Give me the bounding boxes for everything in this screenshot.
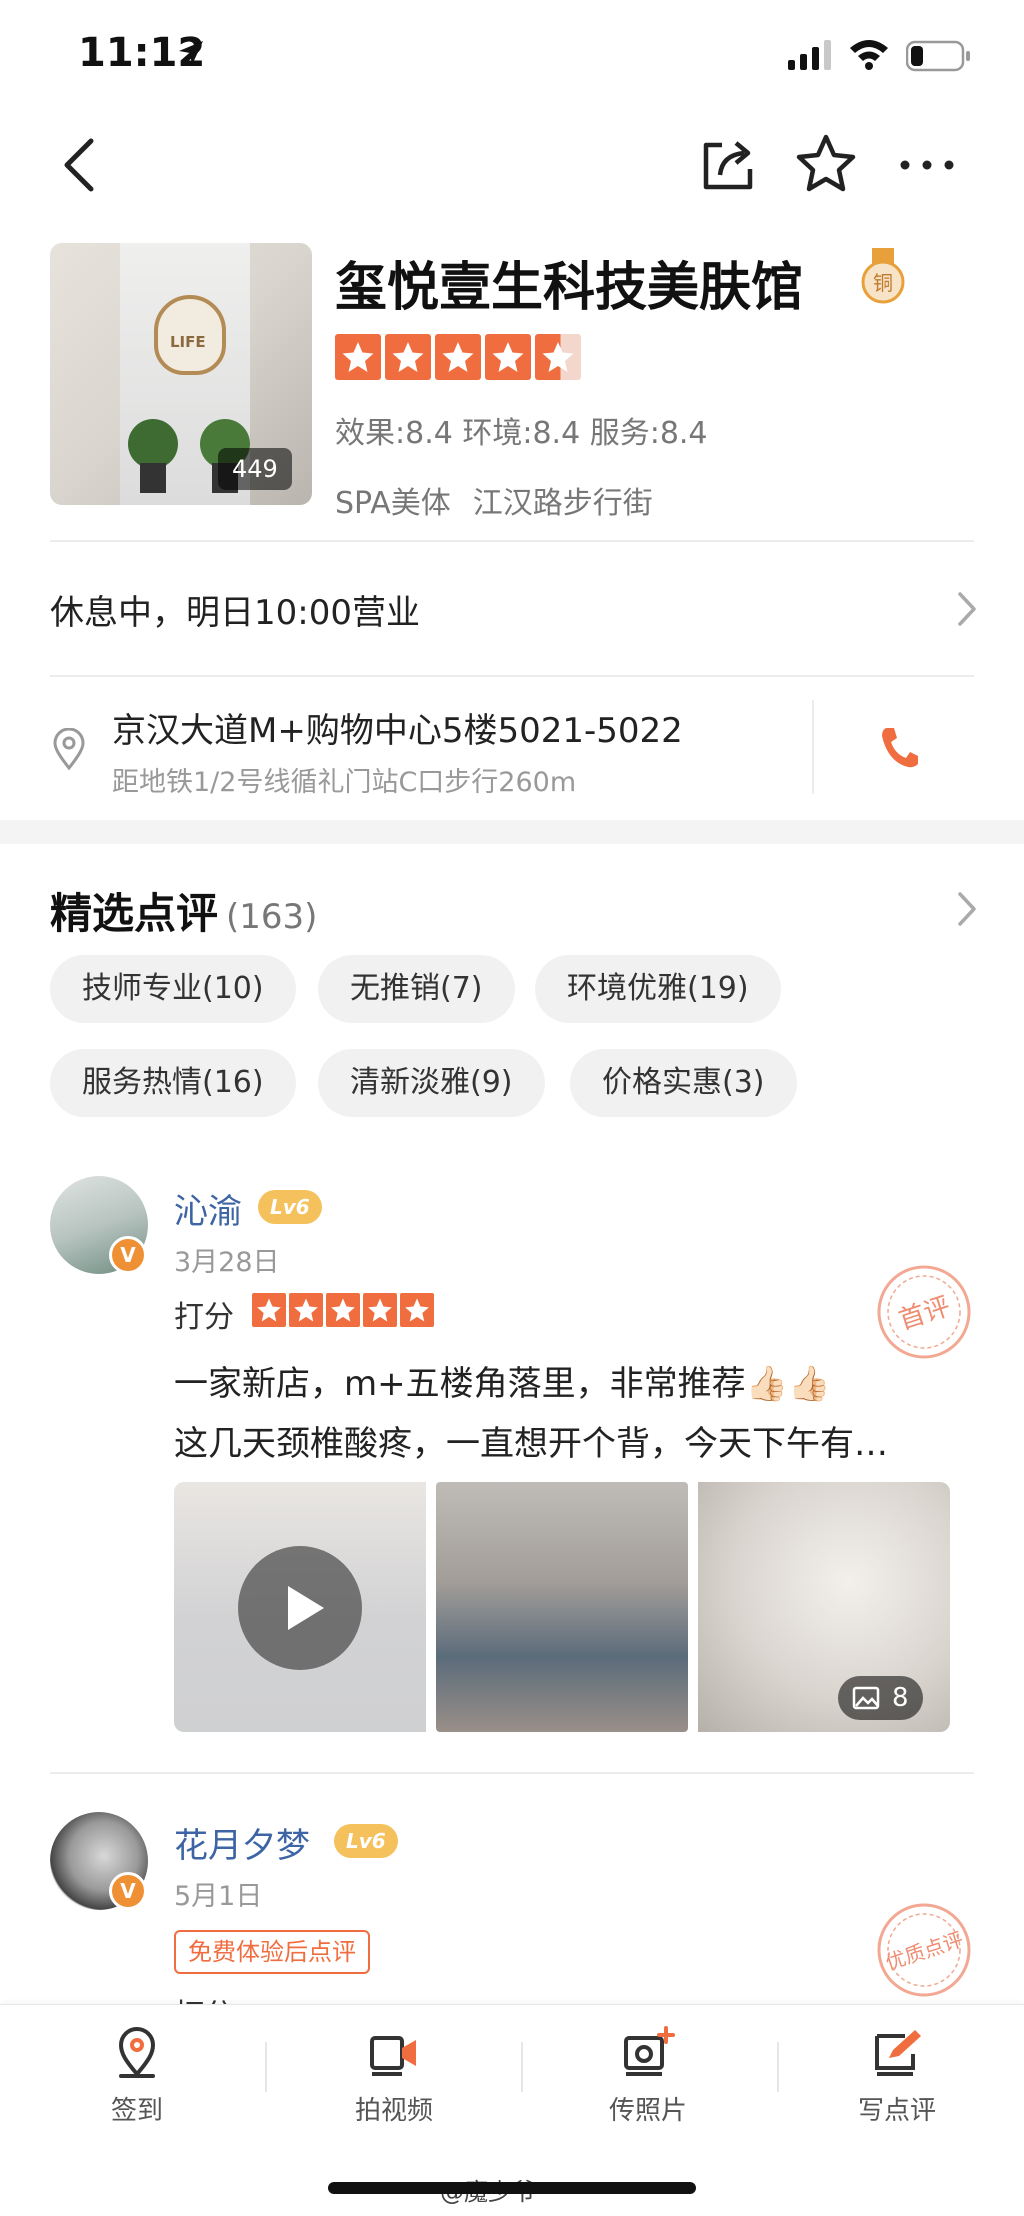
review-date: 5月1日 <box>174 1881 263 1912</box>
review-tag[interactable]: 环境优雅(19) <box>535 955 781 1023</box>
chevron-right-icon[interactable] <box>956 590 978 628</box>
tab-photo[interactable]: 传照片 <box>568 2024 728 2127</box>
shop-category-row: SPA美体 江汉路步行街 <box>335 478 653 522</box>
metro-distance: 距地铁1/2号线循礼门站C口步行260m <box>112 767 577 798</box>
review-tag[interactable]: 清新淡雅(9) <box>318 1049 545 1117</box>
write-review-icon <box>875 2030 921 2076</box>
svg-text:优质点评: 优质点评 <box>883 1927 967 1975</box>
rating-star-icon <box>400 1293 434 1327</box>
divider <box>265 2042 267 2092</box>
review-tag[interactable]: 无推销(7) <box>318 955 515 1023</box>
divider <box>521 2042 523 2092</box>
battery-icon <box>906 40 970 72</box>
divider <box>777 2042 779 2092</box>
verified-v-icon: V <box>109 1872 147 1910</box>
review-text-line[interactable]: 这几天颈椎酸疼，一直想开个背，今天下午有… <box>174 1416 888 1465</box>
bronze-medal-icon: 铜 <box>861 248 905 304</box>
tab-label: 拍视频 <box>354 2096 433 2126</box>
video-camera-icon <box>370 2036 416 2076</box>
chevron-right-icon[interactable] <box>956 890 978 928</box>
level-badge: Lv6 <box>258 1190 322 1224</box>
photo-count: 8 <box>892 1683 909 1713</box>
review-tag[interactable]: 价格实惠(3) <box>570 1049 797 1117</box>
free-trial-tag: 免费体验后点评 <box>174 1930 370 1974</box>
tab-label: 签到 <box>110 2096 163 2126</box>
cellular-signal-icon <box>788 40 831 70</box>
business-hours[interactable]: 休息中，明日10:00营业 <box>50 585 420 634</box>
location-pin-icon <box>53 728 85 770</box>
section-separator <box>0 820 1024 844</box>
rating-star-icon <box>485 334 531 380</box>
reviews-title: 精选点评 <box>50 889 219 938</box>
quality-review-stamp-icon: 优质点评 <box>877 1903 971 1997</box>
reviews-count: (163) <box>226 897 318 937</box>
review-username[interactable]: 沁渝 <box>174 1184 242 1233</box>
tab-video[interactable]: 拍视频 <box>314 2024 474 2127</box>
shop-category[interactable]: SPA美体 <box>335 486 451 521</box>
home-indicator[interactable] <box>328 2182 696 2194</box>
phone-call-icon[interactable] <box>878 724 920 770</box>
review-username[interactable]: 花月夕梦 <box>174 1818 310 1867</box>
rating-label: 打分 <box>174 1300 234 1335</box>
first-review-stamp-icon: 首评 <box>877 1265 971 1359</box>
tab-write-review[interactable]: 写点评 <box>817 2024 977 2127</box>
shop-rating-stars <box>335 334 581 380</box>
more-options-icon[interactable] <box>897 150 957 180</box>
divider <box>50 1772 974 1774</box>
rating-star-icon <box>435 334 481 380</box>
svg-text:铜: 铜 <box>873 271 893 295</box>
review-text-line[interactable]: 一家新店，m+五楼角落里，非常推荐👍🏻👍🏻 <box>174 1356 830 1405</box>
rating-star-icon <box>252 1293 286 1327</box>
verified-v-icon: V <box>109 1236 147 1274</box>
rating-star-icon <box>335 334 381 380</box>
share-icon[interactable] <box>698 135 758 195</box>
review-date: 3月28日 <box>174 1247 280 1278</box>
review-photo[interactable] <box>436 1482 688 1732</box>
review-rating-stars <box>252 1293 434 1327</box>
divider <box>812 700 814 794</box>
shop-scores: 效果:8.4 环境:8.4 服务:8.4 <box>335 416 708 451</box>
svg-text:首评: 首评 <box>895 1292 954 1337</box>
half-rating-star-icon <box>535 334 581 380</box>
divider <box>50 675 974 677</box>
review-tag[interactable]: 服务热情(16) <box>50 1049 296 1117</box>
divider <box>50 540 974 542</box>
rating-star-icon <box>326 1293 360 1327</box>
shop-name: 玺悦壹生科技美肤馆 <box>335 258 804 318</box>
upload-photo-icon <box>624 2026 675 2076</box>
reviews-header[interactable]: 精选点评 (163) <box>50 880 317 941</box>
review-tag[interactable]: 技师专业(10) <box>50 955 296 1023</box>
checkin-pin-icon <box>118 2027 156 2078</box>
rating-star-icon <box>289 1293 323 1327</box>
play-video-icon[interactable] <box>238 1546 362 1670</box>
tab-label: 传照片 <box>608 2096 687 2126</box>
favorite-star-icon[interactable] <box>795 133 857 195</box>
photo-count-badge: 449 <box>218 448 292 490</box>
rating-star-icon <box>363 1293 397 1327</box>
image-icon <box>852 1686 880 1710</box>
rating-star-icon <box>385 334 431 380</box>
shop-logo: LIFE <box>154 295 226 375</box>
photo-count-badge: 8 <box>838 1676 923 1720</box>
tab-label: 写点评 <box>857 2096 936 2126</box>
wifi-icon <box>850 40 888 70</box>
shop-area[interactable]: 江汉路步行街 <box>473 486 653 521</box>
shop-address[interactable]: 京汉大道M+购物中心5楼5021-5022 <box>112 703 683 752</box>
location-arrow-icon <box>179 41 203 65</box>
tab-checkin[interactable]: 签到 <box>57 2024 217 2127</box>
back-chevron-icon[interactable] <box>55 135 105 195</box>
level-badge: Lv6 <box>334 1824 398 1858</box>
